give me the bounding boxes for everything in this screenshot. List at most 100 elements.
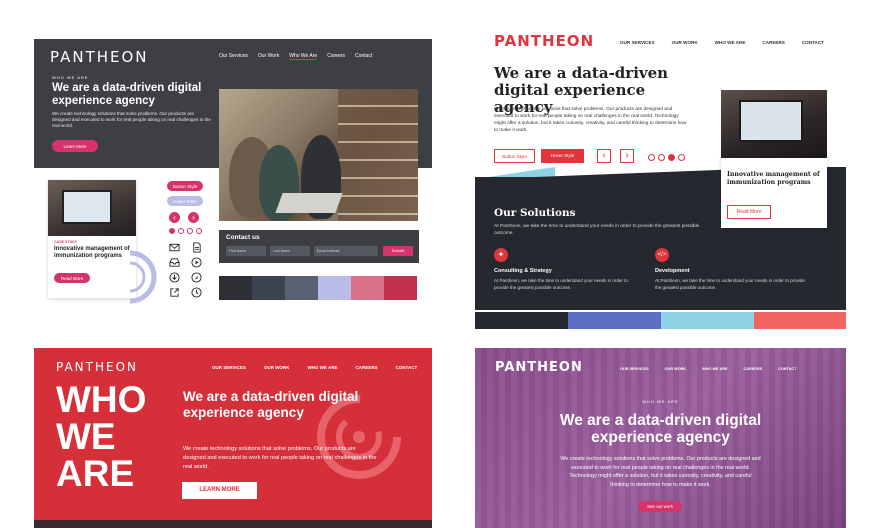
card-tag: CASE STUDY bbox=[54, 240, 78, 244]
read-more-button[interactable]: Read More bbox=[54, 273, 90, 283]
nav-careers[interactable]: CAREERS bbox=[762, 40, 784, 45]
prev-arrow-icon[interactable]: ‹ bbox=[169, 212, 180, 223]
style-tile-dark: PANTHEON Our Services Our Work Who We Ar… bbox=[34, 39, 432, 304]
color-swatch bbox=[384, 276, 417, 300]
clock-icon bbox=[191, 285, 202, 298]
pantheon-logo[interactable]: PANTHEON bbox=[50, 48, 149, 66]
nav-who-we-are[interactable]: WHO WE ARE bbox=[702, 367, 727, 371]
intro-paragraph: We create technology solutions that solv… bbox=[494, 107, 687, 133]
arc-decoration bbox=[129, 250, 157, 304]
hover-state-sample[interactable]: Hover State bbox=[167, 196, 203, 206]
inbox-icon bbox=[169, 255, 180, 267]
nav-our-services[interactable]: Our Services bbox=[219, 53, 248, 60]
intro-paragraph: We create technology solutions that solv… bbox=[183, 446, 377, 470]
nav-our-work[interactable]: OUR WORK bbox=[672, 40, 698, 45]
solutions-title: Our Solutions bbox=[494, 207, 576, 219]
nav-our-services[interactable]: OUR SERVICES bbox=[620, 40, 655, 45]
solutions-intro: At Pantheon, we take the time to underst… bbox=[494, 224, 700, 236]
dot[interactable] bbox=[196, 228, 202, 234]
color-swatch bbox=[351, 276, 384, 300]
nav-our-services[interactable]: OUR SERVICES bbox=[212, 365, 246, 370]
contact-title: Contact us bbox=[226, 234, 260, 241]
read-more-button[interactable]: Read More bbox=[727, 205, 771, 219]
nav-contact[interactable]: Contact bbox=[355, 53, 372, 60]
button-style-sample[interactable]: Button Style bbox=[494, 149, 535, 163]
download-icon bbox=[169, 270, 180, 283]
next-arrow-icon[interactable]: › bbox=[188, 212, 199, 223]
nav-who-we-are[interactable]: Who We Are bbox=[289, 53, 318, 60]
pantheon-logo[interactable]: PANTHEON bbox=[56, 360, 138, 374]
nav-contact[interactable]: CONTACT bbox=[778, 367, 796, 371]
display-word: WE bbox=[56, 416, 116, 457]
color-stripe bbox=[568, 312, 661, 329]
eyebrow-text: WHO WE ARE bbox=[52, 75, 89, 80]
last-name-field[interactable]: Last Name bbox=[270, 246, 310, 256]
nav-contact[interactable]: CONTACT bbox=[802, 40, 824, 45]
nav-our-services[interactable]: OUR SERVICES bbox=[620, 367, 649, 371]
submit-button[interactable]: Submit bbox=[383, 246, 413, 256]
style-tile-purple: PANTHEON OUR SERVICES OUR WORK WHO WE AR… bbox=[475, 348, 846, 528]
color-swatch bbox=[252, 276, 285, 300]
code-icon: </> bbox=[655, 248, 669, 262]
color-stripe bbox=[754, 312, 846, 329]
dot[interactable] bbox=[169, 228, 175, 234]
nav-our-work[interactable]: OUR WORK bbox=[665, 367, 687, 371]
dot[interactable] bbox=[648, 154, 655, 161]
dot[interactable] bbox=[178, 228, 184, 234]
nav-careers[interactable]: CAREERS bbox=[744, 367, 763, 371]
dot[interactable] bbox=[678, 154, 685, 161]
case-study-card[interactable]: Innovative management of immunization pr… bbox=[721, 158, 827, 228]
see-our-work-button[interactable]: See our work bbox=[638, 501, 682, 512]
nav-careers[interactable]: CAREERS bbox=[356, 365, 378, 370]
nav-careers[interactable]: Careers bbox=[327, 53, 345, 60]
service-body: At Pantheon, we take the time to underst… bbox=[494, 278, 628, 290]
case-study-card[interactable]: CASE STUDY Innovative management of immu… bbox=[48, 180, 136, 298]
pagination-dots bbox=[648, 154, 685, 161]
service-body: At Pantheon, we take the time to underst… bbox=[655, 278, 805, 290]
dot[interactable] bbox=[668, 154, 675, 161]
pantheon-logo[interactable]: PANTHEON bbox=[494, 32, 594, 50]
style-tile-red: PANTHEON OUR SERVICES OUR WORK WHO WE AR… bbox=[34, 348, 432, 528]
page-title: We are a data-driven digital experience … bbox=[52, 82, 202, 107]
next-arrow-icon[interactable]: › bbox=[620, 149, 634, 163]
laptop-graphic bbox=[275, 193, 343, 213]
pantheon-logo[interactable]: PANTHEON bbox=[495, 360, 583, 375]
email-field[interactable]: Email Address bbox=[314, 246, 378, 256]
pagination-dots bbox=[169, 228, 202, 234]
nav-who-we-are[interactable]: WHO WE ARE bbox=[715, 40, 746, 45]
document-icon bbox=[191, 240, 202, 253]
dot[interactable] bbox=[658, 154, 665, 161]
strategy-icon: ✦ bbox=[494, 248, 508, 262]
intro-paragraph: We create technology solutions that solv… bbox=[52, 111, 211, 128]
navigation-icon bbox=[191, 270, 202, 283]
contact-form: Contact us First Name Last Name Email Ad… bbox=[219, 230, 419, 263]
laptop-photo bbox=[721, 90, 827, 158]
mail-icon bbox=[169, 240, 180, 252]
intro-paragraph: We create technology solutions that solv… bbox=[560, 456, 761, 488]
page-title: We are a data-driven digital experience … bbox=[559, 412, 762, 446]
prev-arrow-icon[interactable]: ‹ bbox=[597, 149, 611, 163]
main-nav: Our Services Our Work Who We Are Careers… bbox=[219, 53, 372, 60]
nav-who-we-are[interactable]: WHO WE ARE bbox=[307, 365, 337, 370]
page-title: We are a data-driven digital experience … bbox=[183, 389, 359, 420]
service-title: Consulting & Strategy bbox=[494, 268, 552, 274]
learn-more-button[interactable]: LEARN MORE bbox=[182, 482, 257, 499]
hover-style-sample[interactable]: Hover Style bbox=[541, 149, 584, 163]
card-title: Innovative management of immunization pr… bbox=[727, 171, 820, 186]
eyebrow-text: WHO WE ARE bbox=[642, 399, 679, 404]
bookshelf-graphic bbox=[338, 89, 418, 221]
play-icon bbox=[191, 255, 202, 268]
service-title: Development bbox=[655, 268, 690, 274]
button-style-sample[interactable]: Button Style bbox=[167, 181, 203, 191]
nav-our-work[interactable]: Our Work bbox=[258, 53, 279, 60]
main-nav: OUR SERVICES OUR WORK WHO WE ARE CAREERS… bbox=[212, 365, 417, 370]
nav-our-work[interactable]: OUR WORK bbox=[264, 365, 290, 370]
main-nav: OUR SERVICES OUR WORK WHO WE ARE CAREERS… bbox=[620, 367, 796, 371]
external-link-icon bbox=[169, 285, 180, 297]
color-swatch bbox=[219, 276, 252, 300]
learn-more-button[interactable]: Learn More bbox=[52, 140, 98, 152]
dot[interactable] bbox=[187, 228, 193, 234]
first-name-field[interactable]: First Name bbox=[226, 246, 266, 256]
style-tile-light: PANTHEON OUR SERVICES OUR WORK WHO WE AR… bbox=[475, 27, 846, 329]
nav-contact[interactable]: CONTACT bbox=[396, 365, 418, 370]
